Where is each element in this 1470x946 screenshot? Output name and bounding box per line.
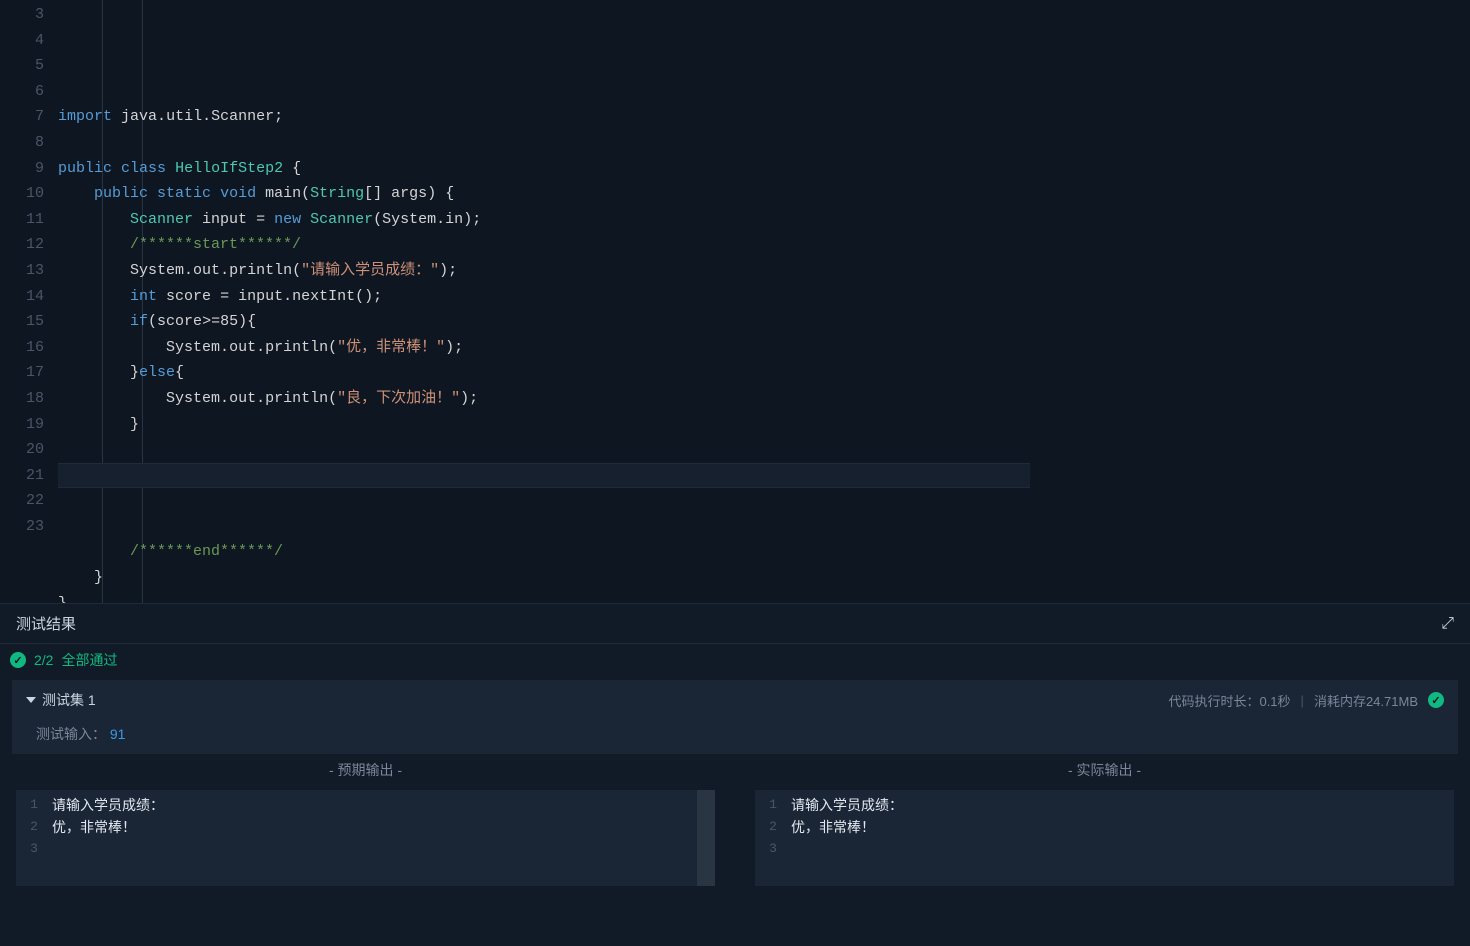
line-number: 8	[0, 130, 44, 156]
code-body[interactable]: import java.util.Scanner; public class H…	[58, 0, 1470, 603]
line-number-gutter: 34567891011121314151617181920212223	[0, 0, 58, 603]
results-header: 测试结果 ⤢	[0, 604, 1470, 644]
status-bar: ✓ 2/2 全部通过	[0, 644, 1470, 676]
input-label: 测试输入：	[36, 726, 106, 742]
input-value: 91	[110, 726, 126, 742]
line-number: 2	[16, 816, 52, 838]
output-line	[52, 838, 715, 860]
code-line[interactable]: public static void main(String[] args) {	[58, 181, 1250, 207]
line-number: 7	[0, 104, 44, 130]
checkmark-icon: ✓	[1428, 692, 1444, 708]
line-number: 2	[755, 816, 791, 838]
line-number: 12	[0, 232, 44, 258]
output-line: 请输入学员成绩：	[791, 794, 1454, 816]
output-line: 优，非常棒！	[791, 816, 1454, 838]
expected-output-box[interactable]: 123 请输入学员成绩：优，非常棒！	[16, 790, 715, 886]
line-number: 3	[0, 2, 44, 28]
code-line[interactable]: }	[58, 591, 1250, 603]
scrollbar[interactable]	[697, 790, 715, 886]
expected-label: - 预期输出 -	[12, 754, 719, 790]
code-line[interactable]: /******start******/	[58, 232, 1250, 258]
line-number: 3	[16, 838, 52, 860]
code-line[interactable]: System.out.println("请输入学员成绩：");	[58, 258, 1250, 284]
test-results-panel: 测试结果 ⤢ ✓ 2/2 全部通过 测试集 1 代码执行时长：0.1秒 | 消耗…	[0, 603, 1470, 946]
code-line[interactable]	[58, 488, 1250, 514]
code-line[interactable]: public class HelloIfStep2 {	[58, 156, 1250, 182]
line-number: 1	[16, 794, 52, 816]
testset-input-row: 测试输入： 91	[12, 720, 1458, 754]
status-text: 全部通过	[61, 650, 117, 670]
line-number: 4	[0, 28, 44, 54]
testset-title: 测试集 1	[42, 690, 96, 710]
actual-output-box[interactable]: 123 请输入学员成绩：优，非常棒！	[755, 790, 1454, 886]
output-line	[791, 838, 1454, 860]
line-number: 9	[0, 156, 44, 182]
code-line[interactable]: int score = input.nextInt();	[58, 284, 1250, 310]
line-number: 1	[755, 794, 791, 816]
code-line[interactable]	[58, 437, 1250, 463]
code-line[interactable]: /******end******/	[58, 539, 1250, 565]
line-number: 22	[0, 488, 44, 514]
actual-output-col: - 实际输出 - 123 请输入学员成绩：优，非常棒！	[751, 754, 1458, 886]
code-line[interactable]	[58, 463, 1030, 489]
line-number: 20	[0, 437, 44, 463]
line-number: 19	[0, 412, 44, 438]
outputs-row: - 预期输出 - 123 请输入学员成绩：优，非常棒！ - 实际输出 - 123…	[12, 754, 1458, 886]
code-line[interactable]	[58, 130, 1250, 156]
line-number: 6	[0, 79, 44, 105]
line-number: 13	[0, 258, 44, 284]
line-number: 21	[0, 463, 44, 489]
line-number: 17	[0, 360, 44, 386]
status-count: 2/2	[34, 652, 53, 668]
expand-icon[interactable]: ⤢	[1441, 615, 1454, 633]
code-line[interactable]: System.out.println("优，非常棒！");	[58, 335, 1250, 361]
exec-time: 代码执行时长：0.1秒	[1168, 691, 1290, 710]
code-line[interactable]: import java.util.Scanner;	[58, 104, 1250, 130]
separator: |	[1301, 693, 1304, 708]
code-line[interactable]: }	[58, 565, 1250, 591]
line-number: 15	[0, 309, 44, 335]
testset-block: 测试集 1 代码执行时长：0.1秒 | 消耗内存24.71MB ✓ 测试输入： …	[12, 680, 1458, 754]
testset-header[interactable]: 测试集 1 代码执行时长：0.1秒 | 消耗内存24.71MB ✓	[12, 680, 1458, 720]
actual-label: - 实际输出 -	[751, 754, 1458, 790]
line-number: 3	[755, 838, 791, 860]
code-line[interactable]: Scanner input = new Scanner(System.in);	[58, 207, 1250, 233]
checkmark-icon: ✓	[10, 652, 26, 668]
output-line: 优，非常棒！	[52, 816, 715, 838]
results-title: 测试结果	[16, 613, 76, 634]
code-line[interactable]: if(score>=85){	[58, 309, 1250, 335]
code-line[interactable]	[58, 514, 1250, 540]
code-editor[interactable]: 34567891011121314151617181920212223 impo…	[0, 0, 1470, 603]
line-number: 10	[0, 181, 44, 207]
line-number: 16	[0, 335, 44, 361]
line-number: 5	[0, 53, 44, 79]
memory-usage: 消耗内存24.71MB	[1314, 691, 1418, 710]
code-line[interactable]: }	[58, 412, 1250, 438]
line-number: 14	[0, 284, 44, 310]
code-line[interactable]: System.out.println("良，下次加油！");	[58, 386, 1250, 412]
chevron-down-icon	[26, 697, 36, 703]
output-line: 请输入学员成绩：	[52, 794, 715, 816]
code-line[interactable]: }else{	[58, 360, 1250, 386]
line-number: 23	[0, 514, 44, 540]
line-number: 18	[0, 386, 44, 412]
expected-output-col: - 预期输出 - 123 请输入学员成绩：优，非常棒！	[12, 754, 719, 886]
line-number: 11	[0, 207, 44, 233]
